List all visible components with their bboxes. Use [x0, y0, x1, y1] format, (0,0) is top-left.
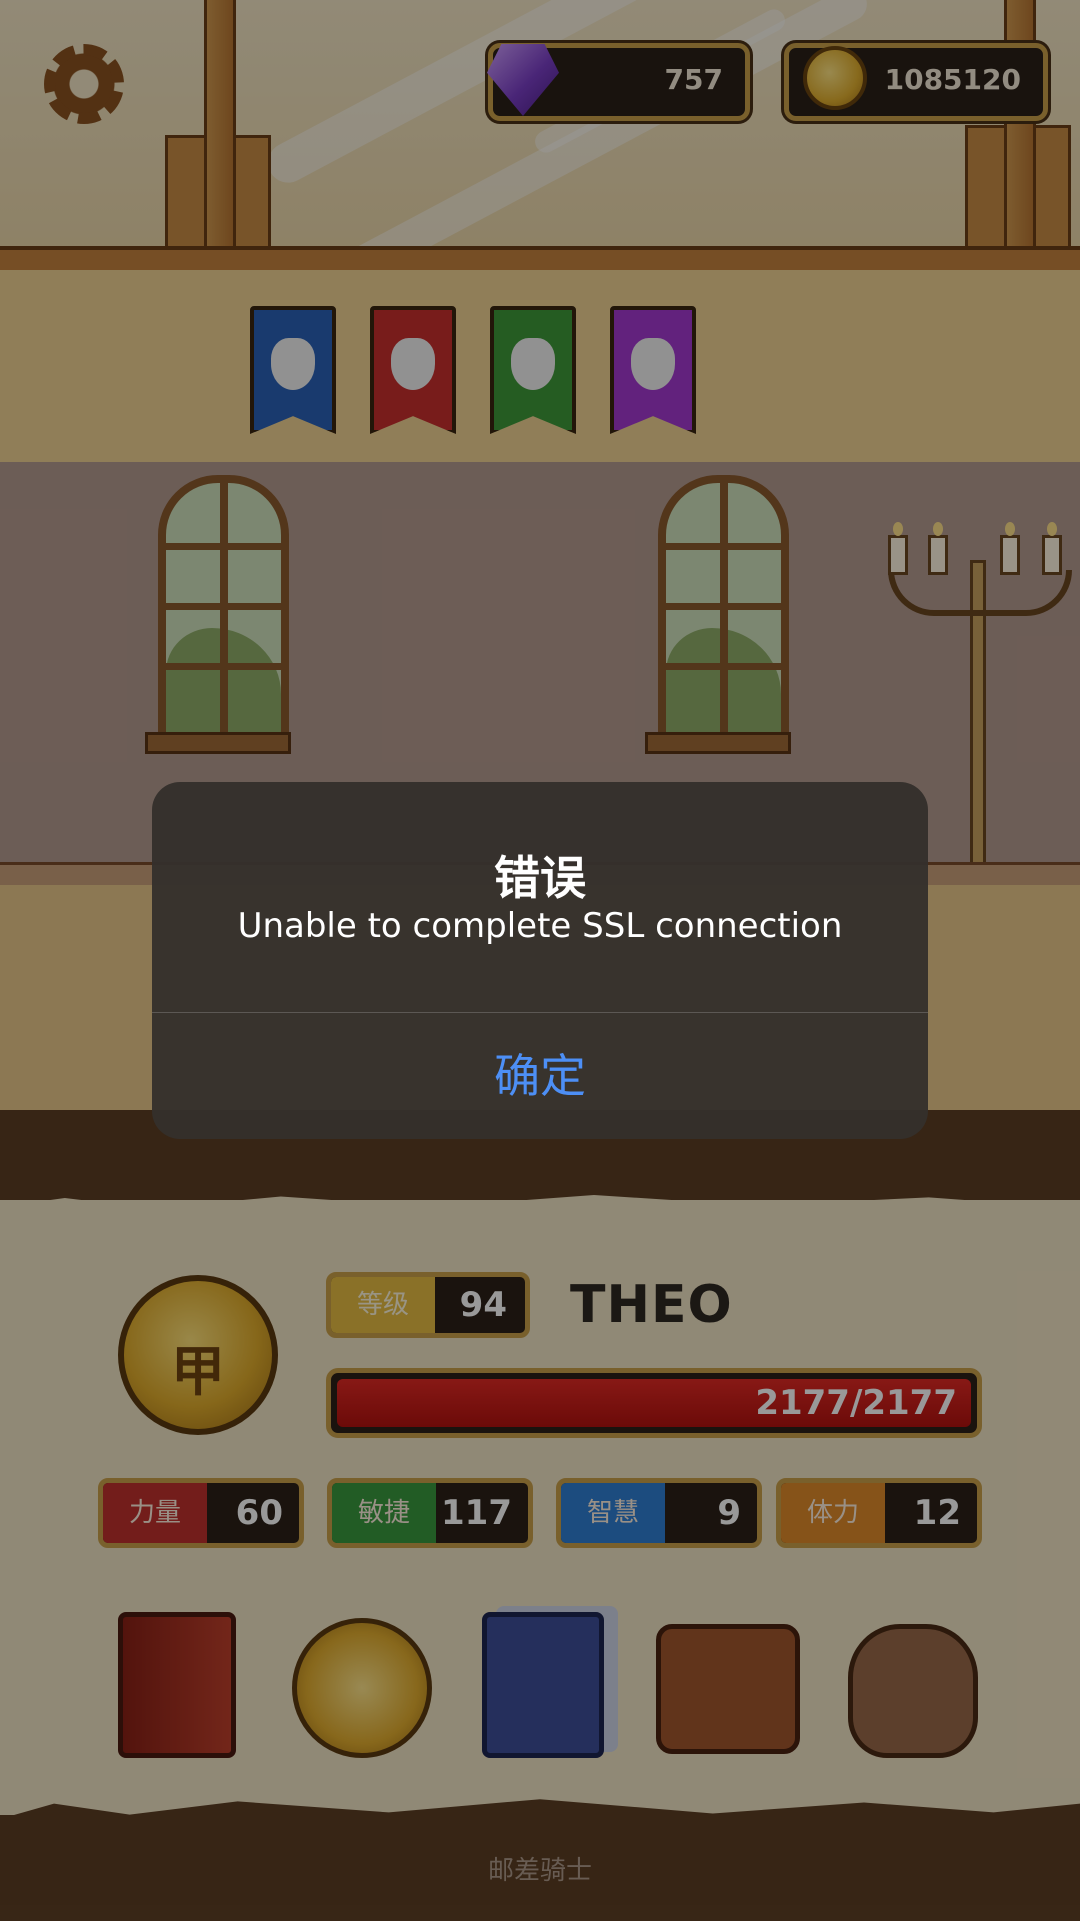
error-dialog: 错误 Unable to complete SSL connection 确定	[152, 782, 928, 1139]
dialog-title: 错误	[494, 851, 586, 905]
confirm-button[interactable]: 确定	[152, 1013, 928, 1139]
dialog-message: Unable to complete SSL connection	[237, 906, 843, 946]
